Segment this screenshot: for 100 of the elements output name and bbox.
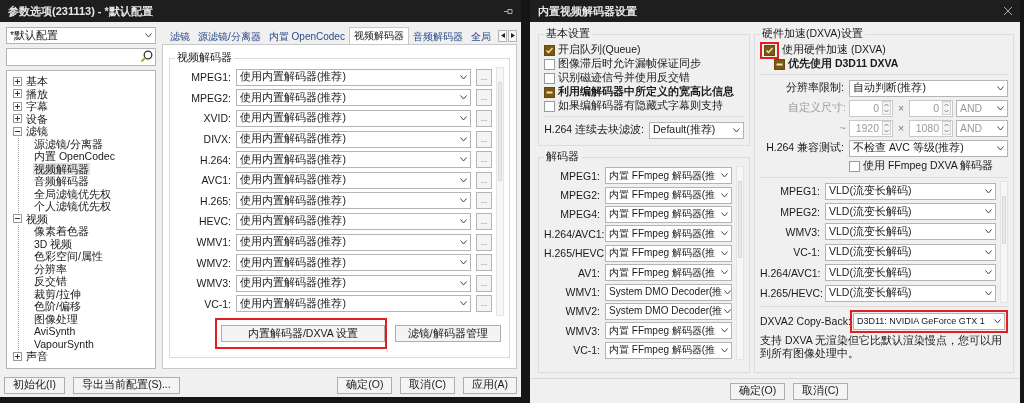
tree-item[interactable]: 视频 — [25, 212, 49, 225]
dropdown[interactable]: VLD(流变长解码) — [825, 243, 996, 261]
tree-item[interactable]: 分辨率 — [33, 262, 68, 275]
dropdown[interactable]: 使用内置解码器(推荐) — [236, 130, 471, 148]
footer-button[interactable]: 确定(O) — [730, 382, 786, 400]
tree-item[interactable]: 个人滤镜优先权 — [33, 200, 112, 213]
expand-icon[interactable] — [13, 351, 22, 361]
more-button[interactable]: ... — [476, 151, 492, 169]
tree-item[interactable]: 视频解码器 — [33, 162, 90, 175]
expand-icon[interactable] — [13, 101, 22, 111]
scroll-left-button[interactable] — [498, 29, 507, 42]
dropdown[interactable]: 使用内置解码器(推荐) — [236, 233, 471, 251]
pin-icon[interactable] — [504, 7, 513, 15]
checkbox[interactable] — [544, 44, 555, 56]
footer-button[interactable]: 初始化(I) — [4, 376, 65, 394]
tree-item[interactable]: 滤镜 — [25, 125, 49, 138]
dropdown[interactable]: 使用内置解码器(推荐) — [236, 295, 471, 313]
dropdown[interactable]: 使用内置解码器(推荐) — [236, 274, 471, 292]
dropdown[interactable]: System DMO Decoder(推 — [605, 302, 732, 320]
close-icon[interactable] — [1004, 7, 1012, 15]
tree-item[interactable]: 反交错 — [33, 275, 68, 288]
more-button[interactable]: ... — [476, 171, 492, 189]
collapse-icon[interactable] — [13, 214, 22, 224]
collapse-icon[interactable] — [13, 126, 22, 136]
dropdown[interactable]: System DMO Decoder(推 — [605, 283, 732, 301]
dropdown[interactable]: 使用内置解码器(推荐) — [236, 151, 471, 169]
more-button[interactable]: ... — [476, 110, 492, 127]
more-button[interactable]: ... — [476, 254, 492, 272]
scrollbar[interactable] — [736, 166, 744, 360]
action-button[interactable]: 内置解码器/DXVA 设置 — [221, 325, 385, 342]
dropdown[interactable]: 使用内置解码器(推荐) — [236, 110, 471, 127]
footer-button[interactable]: 应用(A) — [463, 376, 517, 394]
tree-item[interactable]: 播放 — [25, 87, 49, 100]
dropdown[interactable]: 使用内置解码器(推荐) — [236, 89, 471, 107]
checkbox[interactable] — [764, 44, 775, 56]
tree-item[interactable]: 源滤镜/分离器 — [33, 137, 104, 150]
tree-item[interactable]: 图像处理 — [33, 312, 79, 325]
checkbox[interactable] — [544, 72, 555, 84]
tab[interactable]: 内置 OpenCodec — [264, 29, 349, 44]
tree-item[interactable]: 色阶/偏移 — [33, 300, 82, 313]
more-button[interactable]: ... — [476, 192, 492, 210]
more-button[interactable]: ... — [476, 295, 492, 313]
tab[interactable]: 滤镜 — [166, 29, 194, 44]
search-field[interactable] — [6, 48, 156, 66]
dropdown[interactable]: 使用内置解码器(推荐) — [236, 212, 471, 230]
tree-item[interactable]: 裁剪/拉伸 — [33, 287, 82, 300]
dropdown[interactable]: VLD(流变长解码) — [825, 264, 996, 282]
scrollbar[interactable] — [496, 67, 504, 316]
dropdown[interactable]: Default(推荐) — [649, 121, 744, 139]
footer-button[interactable]: 取消(C) — [400, 376, 455, 394]
dropdown[interactable]: 内置 FFmpeg 解码器(推 — [605, 186, 732, 204]
more-button[interactable]: ... — [476, 233, 492, 251]
dropdown[interactable]: 内置 FFmpeg 解码器(推 — [605, 264, 732, 282]
dropdown[interactable]: VLD(流变长解码) — [825, 203, 996, 221]
scroll-right-button[interactable] — [508, 29, 517, 42]
dropdown[interactable]: 不检查 AVC 等级(推荐) — [849, 139, 1008, 157]
search-icon[interactable] — [140, 50, 153, 63]
expand-icon[interactable] — [13, 114, 22, 124]
tree-item[interactable]: 像素着色器 — [33, 225, 90, 238]
more-button[interactable]: ... — [476, 274, 492, 292]
checkbox[interactable] — [544, 58, 555, 70]
more-button[interactable]: ... — [476, 212, 492, 230]
dropdown[interactable]: 内置 FFmpeg 解码器(推 — [605, 205, 732, 223]
dropdown[interactable]: 使用内置解码器(推荐) — [236, 254, 471, 272]
expand-icon[interactable] — [13, 89, 22, 99]
tree-item[interactable]: 音频解码器 — [33, 175, 90, 188]
more-button[interactable]: ... — [476, 130, 492, 148]
tree-item[interactable]: 基本 — [25, 75, 49, 88]
tree-item[interactable]: 色彩空间/属性 — [33, 250, 104, 263]
footer-button[interactable]: 确定(O) — [337, 376, 393, 394]
checkbox[interactable] — [544, 86, 555, 98]
tree-item[interactable]: 内置 OpenCodec — [33, 150, 116, 163]
action-button[interactable]: 滤镜/解码器管理 — [394, 325, 501, 342]
tree-item[interactable]: VapourSynth — [33, 337, 95, 350]
checkbox[interactable] — [544, 100, 555, 112]
dropdown[interactable]: VLD(流变长解码) — [825, 284, 996, 302]
dropdown[interactable]: VLD(流变长解码) — [825, 223, 996, 241]
tab[interactable]: 全局 — [466, 29, 495, 44]
footer-button[interactable]: 取消(C) — [793, 382, 848, 400]
tree-item[interactable]: AviSynth — [33, 325, 77, 338]
dropdown[interactable]: 内置 FFmpeg 解码器(推 — [605, 341, 732, 359]
tree-item[interactable]: 声音 — [25, 350, 49, 363]
dropdown[interactable]: 使用内置解码器(推荐) — [236, 192, 471, 210]
more-button[interactable]: ... — [476, 89, 492, 107]
dropdown[interactable]: 自动判断(推荐) — [849, 79, 1008, 97]
tab[interactable]: 视频解码器 — [348, 27, 409, 44]
tree-item[interactable]: 3D 视频 — [33, 237, 74, 250]
dropdown[interactable]: 内置 FFmpeg 解码器(推 — [605, 322, 732, 340]
dropdown[interactable]: 内置 FFmpeg 解码器(推 — [605, 244, 732, 262]
dropdown[interactable]: 使用内置解码器(推荐) — [236, 171, 471, 189]
more-button[interactable]: ... — [476, 68, 492, 86]
tree-item[interactable]: 全局滤镜优先权 — [33, 187, 112, 200]
tree-item[interactable]: 设备 — [25, 112, 49, 125]
tab[interactable]: 音频解码器 — [408, 29, 467, 44]
dropdown[interactable]: 内置 FFmpeg 解码器(推 — [605, 225, 732, 243]
scrollbar[interactable] — [1000, 181, 1008, 303]
dropdown[interactable]: 使用内置解码器(推荐) — [236, 68, 471, 86]
dropdown[interactable]: VLD(流变长解码) — [825, 182, 996, 200]
tab[interactable]: 源滤镜/分离器 — [194, 29, 265, 44]
checkbox[interactable] — [849, 160, 860, 172]
